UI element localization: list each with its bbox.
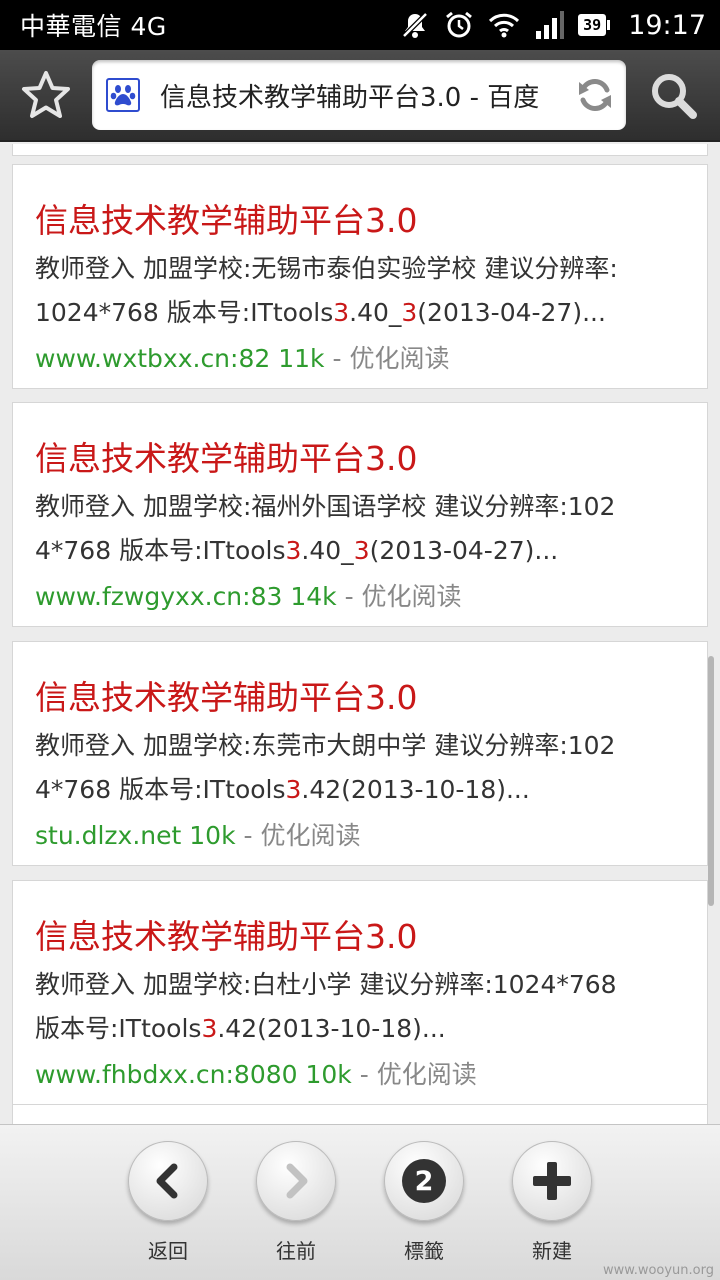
signal-icon	[536, 11, 565, 39]
alarm-icon	[446, 11, 473, 38]
optimized-reading-link[interactable]: 优化阅读	[362, 582, 462, 611]
result-url[interactable]: www.fhbdxx.cn:8080 10k	[35, 1060, 352, 1089]
forward-button[interactable]: 往前	[232, 1125, 360, 1280]
result-description: 教师登入 加盟学校:无锡市泰伯实验学校 建议分辨率: 1024*768 版本号:…	[35, 254, 618, 327]
result-meta: www.fzwgyxx.cn:83 14k - 优化阅读	[35, 582, 462, 611]
baidu-paw-icon	[106, 78, 140, 112]
result-url[interactable]: www.fzwgyxx.cn:83 14k	[35, 582, 337, 611]
result-title[interactable]: 信息技术教学辅助平台3.0	[35, 437, 687, 481]
page-title-in-address: 信息技术教学辅助平台3.0 - 百度	[160, 82, 540, 113]
result-url[interactable]: www.wxtbxx.cn:82 11k	[35, 344, 325, 373]
scrollbar[interactable]	[708, 656, 714, 906]
watermark: www.wooyun.org	[602, 1263, 714, 1278]
back-button[interactable]: 返回	[104, 1125, 232, 1280]
carrier-label: 中華電信 4G	[20, 12, 167, 41]
refresh-icon[interactable]	[576, 76, 614, 114]
result-meta: stu.dlzx.net 10k - 优化阅读	[35, 821, 361, 850]
result-meta: www.fhbdxx.cn:8080 10k - 优化阅读	[35, 1060, 477, 1089]
result-title[interactable]: 信息技术教学辅助平台3.0	[35, 199, 687, 243]
result-title[interactable]: 信息技术教学辅助平台3.0	[35, 915, 687, 959]
new-tab-button[interactable]: 新建	[488, 1125, 616, 1280]
result-description: 教师登入 加盟学校:福州外国语学校 建议分辨率:102 4*768 版本号:IT…	[35, 492, 616, 565]
new-tab-label: 新建	[532, 1239, 572, 1263]
optimized-reading-link[interactable]: 优化阅读	[349, 344, 449, 373]
address-bar[interactable]: 信息技术教学辅助平台3.0 - 百度	[92, 60, 626, 130]
result-description: 教师登入 加盟学校:白杜小学 建议分辨率:1024*768 版本号:ITtool…	[35, 970, 617, 1043]
clock: 19:17	[628, 9, 706, 41]
search-results[interactable]: 信息技术教学辅助平台3.0 教师登入 加盟学校:无锡市泰伯实验学校 建议分辨率:…	[0, 144, 720, 1124]
search-icon	[652, 74, 697, 119]
optimized-reading-link[interactable]: 优化阅读	[260, 821, 360, 850]
result-description: 教师登入 加盟学校:东莞市大朗中学 建议分辨率:102 4*768 版本号:IT…	[35, 731, 616, 804]
tabs-button[interactable]: 2 標籤	[360, 1125, 488, 1280]
chevron-left-icon	[156, 1163, 178, 1199]
browser-toolbar: 信息技术教学辅助平台3.0 - 百度	[0, 50, 720, 142]
wifi-icon	[489, 13, 520, 38]
bookmark-star-button[interactable]	[0, 49, 92, 141]
previous-result-card	[12, 144, 708, 156]
bottom-navigation: 返回 往前 2 標籤 新建 www.wooyun.org	[0, 1124, 720, 1280]
tab-count-badge: 2	[402, 1159, 446, 1203]
result-card[interactable]: 信息技术教学辅助平台3.0 教师登入 加盟学校:无锡市泰伯实验学校 建议分辨率:…	[12, 164, 708, 389]
optimized-reading-link[interactable]: 优化阅读	[377, 1060, 477, 1089]
status-bar: 中華電信 4G 39 19:17	[0, 0, 720, 50]
battery-level: 39	[578, 14, 607, 36]
back-label: 返回	[148, 1239, 188, 1263]
mute-icon	[402, 12, 428, 38]
result-title[interactable]: 信息技术教学辅助平台3.0	[35, 676, 687, 720]
result-card[interactable]: 信息技术教学辅助平台3.0 教师登入 加盟学校:东莞市大朗中学 建议分辨率:10…	[12, 641, 708, 866]
search-button[interactable]	[626, 49, 720, 141]
plus-icon	[533, 1162, 571, 1200]
next-result-card	[12, 1104, 708, 1124]
result-url[interactable]: stu.dlzx.net 10k	[35, 821, 236, 850]
chevron-right-icon	[286, 1163, 308, 1199]
status-icons: 39 19:17	[400, 10, 706, 41]
tabs-label: 標籤	[404, 1239, 444, 1263]
star-icon	[22, 71, 70, 118]
result-card[interactable]: 信息技术教学辅助平台3.0 教师登入 加盟学校:福州外国语学校 建议分辨率:10…	[12, 402, 708, 627]
battery-icon: 39	[578, 14, 611, 36]
result-card[interactable]: 信息技术教学辅助平台3.0 教师登入 加盟学校:白杜小学 建议分辨率:1024*…	[12, 880, 708, 1105]
forward-label: 往前	[276, 1239, 316, 1263]
result-meta: www.wxtbxx.cn:82 11k - 优化阅读	[35, 344, 450, 373]
